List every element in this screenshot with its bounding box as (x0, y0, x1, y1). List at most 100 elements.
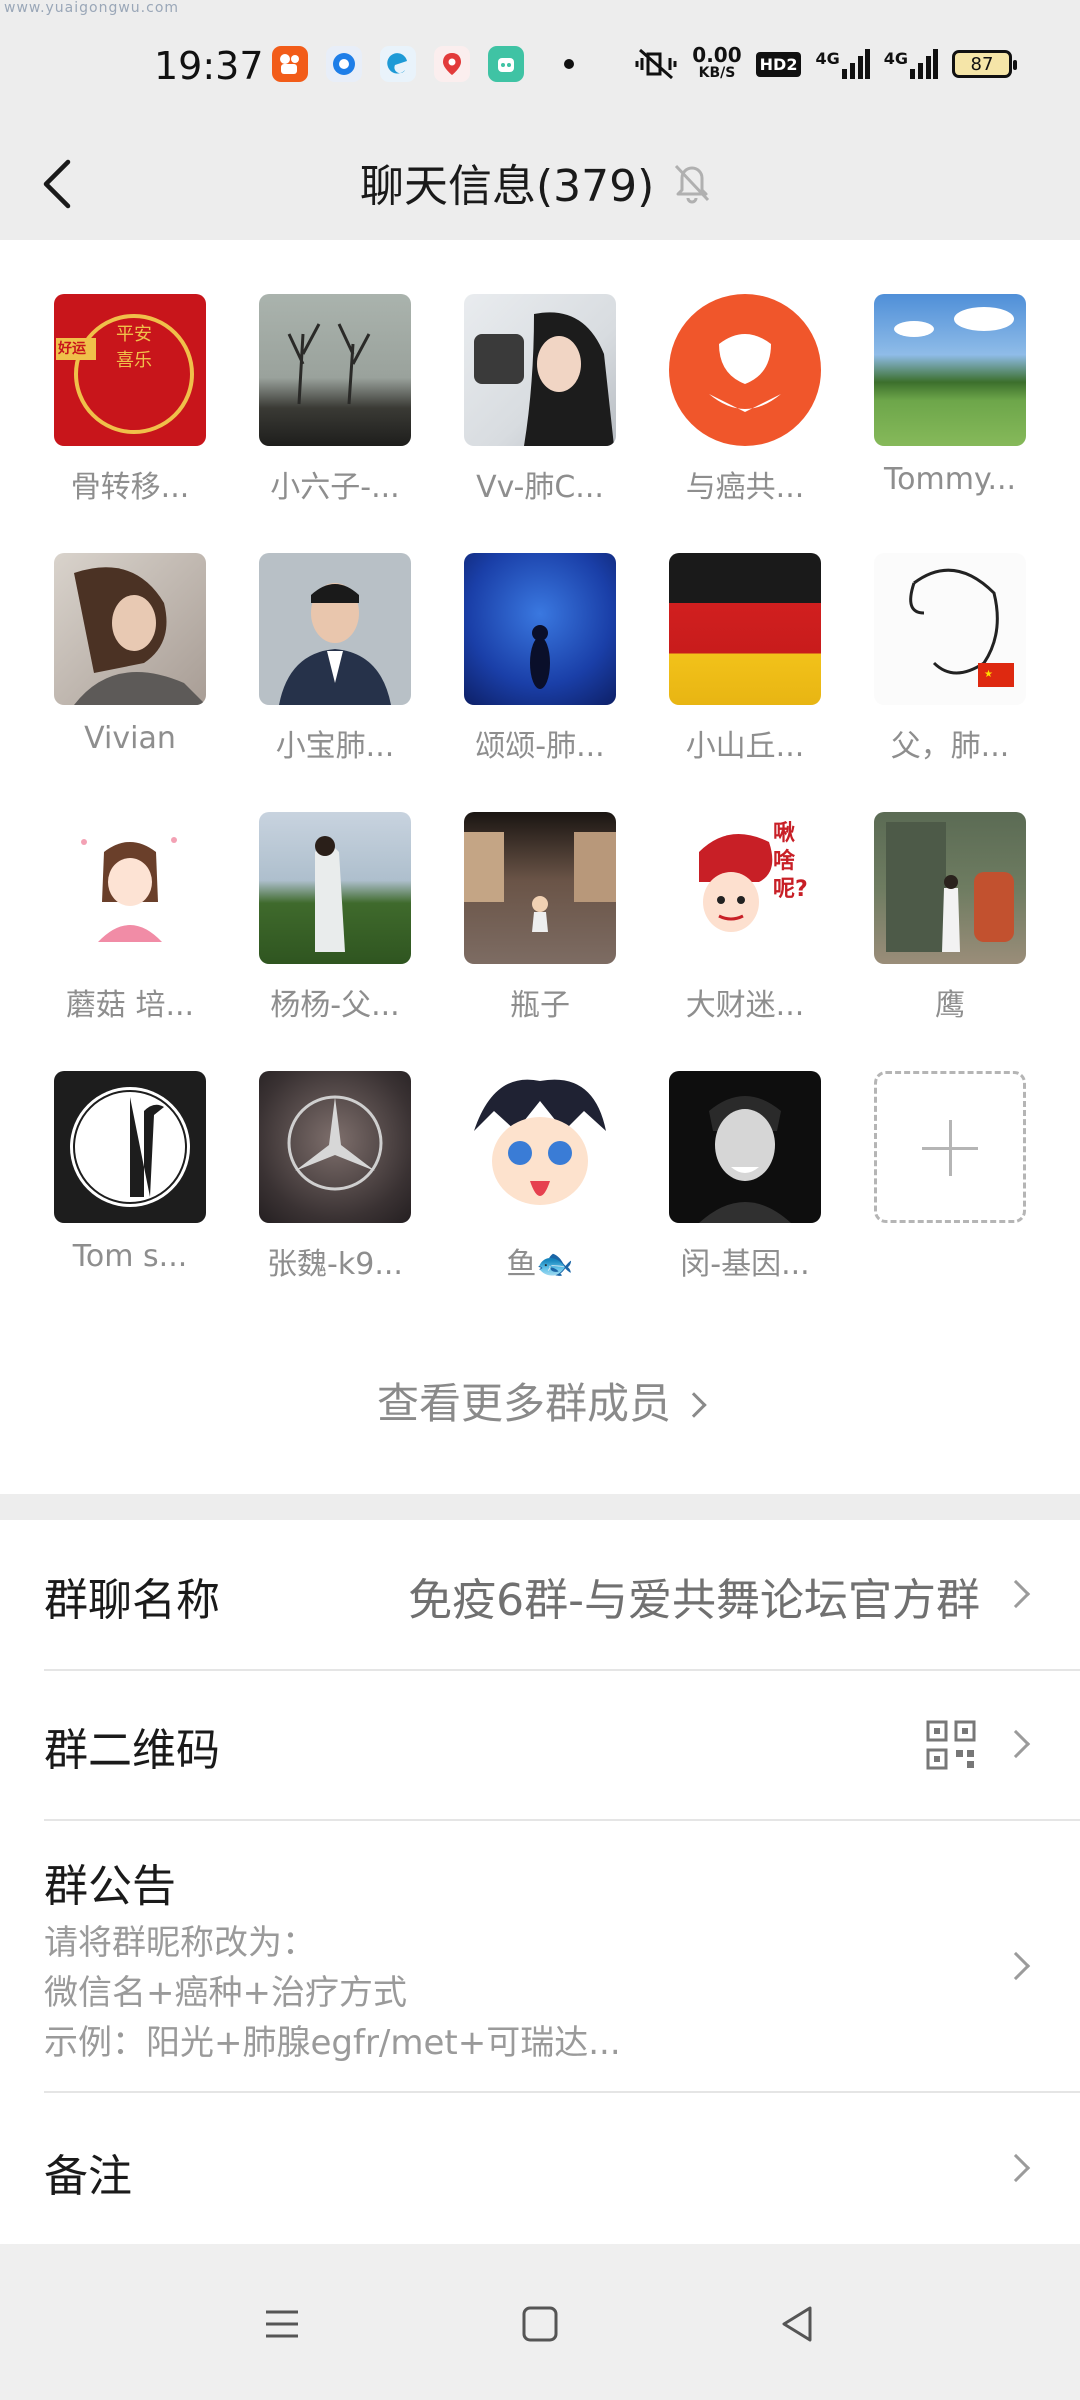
add-member-item[interactable] (874, 1071, 1026, 1330)
member-name: 蘑菇 培... (65, 988, 195, 1023)
member-item[interactable]: 小宝肺... (259, 553, 411, 812)
member-item[interactable]: 好运 平安喜乐 骨转移... (54, 294, 206, 553)
battery-icon: 87 (952, 50, 1017, 78)
member-avatar (259, 812, 411, 964)
map-app-icon (434, 46, 470, 82)
members-grid: 好运 平安喜乐 骨转移... 小六子-... Vv-肺C... 与癌共... T… (54, 294, 1026, 1330)
member-avatar (669, 553, 821, 705)
member-name: 小山丘... (685, 729, 805, 764)
chevron-right-icon (681, 1392, 707, 1418)
page-title: 聊天信息(379) (360, 161, 655, 212)
member-avatar (464, 553, 616, 705)
group-notice-content: 请将群昵称改为： 微信名+癌种+治疗方式 示例：阳光+肺腺egfr/met+可瑞… (44, 1923, 621, 2063)
member-avatar: 啾啥呢? (669, 812, 821, 964)
member-avatar (54, 1071, 206, 1223)
member-avatar (464, 294, 616, 446)
member-item[interactable]: Vivian (54, 553, 206, 812)
menu-icon (266, 2310, 298, 2338)
member-item[interactable]: Vv-肺C... (464, 294, 616, 553)
notification-icons (272, 46, 574, 82)
member-name: Vv-肺C... (476, 470, 604, 505)
svg-text:★: ★ (984, 669, 993, 680)
member-name: 骨转移... (70, 470, 190, 505)
member-item[interactable]: 杨杨-父... (259, 812, 411, 1071)
back-triangle-icon (782, 2306, 812, 2342)
browser-app-icon (326, 46, 362, 82)
member-item[interactable]: Tommy... (874, 294, 1026, 553)
vibrate-mute-icon (635, 48, 677, 80)
member-avatar (874, 294, 1026, 446)
member-name: 父，肺... (890, 729, 1010, 764)
status-indicators: 0.00 KB/S HD2 4G 4G 87 (634, 43, 1017, 82)
member-item[interactable]: 与癌共... (669, 294, 821, 553)
chevron-right-icon (1001, 2153, 1031, 2183)
member-item[interactable]: 小山丘... (669, 553, 821, 812)
group-qr-label: 群二维码 (44, 1725, 220, 1776)
member-name: 鱼🐟 (506, 1247, 574, 1282)
settings-list: 群聊名称 免疫6群-与爱共舞论坛官方群 群二维码 群公告 请将群昵称改为： 微信… (0, 1520, 1080, 2244)
remark-label: 备注 (44, 2151, 132, 2202)
member-item[interactable]: Tom s... (54, 1071, 206, 1330)
group-name-row[interactable]: 群聊名称 免疫6群-与爱共舞论坛官方群 (0, 1520, 1080, 1670)
member-name: 张魏-k9... (267, 1247, 403, 1282)
member-name: 杨杨-父... (270, 988, 400, 1023)
member-name: 瓶子 (510, 988, 570, 1023)
group-name-label: 群聊名称 (44, 1575, 220, 1626)
member-name: 闵-基因... (680, 1247, 810, 1282)
group-qr-row[interactable]: 群二维码 (0, 1670, 1080, 1820)
member-avatar (259, 1071, 411, 1223)
member-name: 大财迷... (685, 988, 805, 1023)
mute-bell-icon (675, 164, 710, 204)
chevron-right-icon (1001, 1729, 1031, 1759)
status-bar: 19:37 0.00 KB/S HD2 4G 4G 87 (0, 0, 1080, 136)
member-name: 颂颂-肺... (475, 729, 605, 764)
menu-nav-button[interactable] (252, 2294, 312, 2354)
add-member-button[interactable] (874, 1071, 1026, 1223)
members-panel: 好运 平安喜乐 骨转移... 小六子-... Vv-肺C... 与癌共... T… (0, 240, 1080, 1494)
more-notifications-dot (564, 59, 574, 69)
member-item[interactable]: ★ 父，肺... (874, 553, 1026, 812)
member-avatar (669, 294, 821, 446)
net-speed: 0.00 KB/S (692, 43, 742, 81)
member-item[interactable]: 颂颂-肺... (464, 553, 616, 812)
member-name: Tom s... (72, 1239, 188, 1274)
member-name: 鹰 (935, 988, 965, 1023)
member-name: Vivian (84, 721, 176, 756)
back-nav-button[interactable] (768, 2294, 828, 2354)
member-avatar (464, 812, 616, 964)
home-square-icon (522, 2306, 558, 2342)
signal-icon-2: 4G (884, 49, 938, 79)
member-item[interactable]: 瓶子 (464, 812, 616, 1071)
member-avatar: 好运 平安喜乐 (54, 294, 206, 446)
kuaishou-app-icon (272, 46, 308, 82)
member-item[interactable]: 张魏-k9... (259, 1071, 411, 1330)
member-item[interactable]: 蘑菇 培... (54, 812, 206, 1071)
member-avatar (54, 812, 206, 964)
qr-code-icon (926, 1720, 976, 1770)
member-item[interactable]: 鹰 (874, 812, 1026, 1071)
group-notice-row[interactable]: 群公告 请将群昵称改为： 微信名+癌种+治疗方式 示例：阳光+肺腺egfr/me… (0, 1820, 1080, 2090)
group-notice-label: 群公告 (44, 1861, 176, 1912)
home-nav-button[interactable] (510, 2294, 570, 2354)
member-item[interactable]: 小六子-... (259, 294, 411, 553)
status-time: 19:37 (154, 44, 264, 88)
view-more-members-link[interactable]: 查看更多群成员 (0, 1370, 1080, 1431)
chevron-right-icon (1001, 1579, 1031, 1609)
member-avatar (54, 553, 206, 705)
member-item[interactable]: 啾啥呢? 大财迷... (669, 812, 821, 1071)
member-name: Tommy... (883, 462, 1017, 497)
member-item[interactable]: 鱼🐟 (464, 1071, 616, 1330)
remark-row[interactable]: 备注 (0, 2092, 1080, 2244)
member-item[interactable]: 闵-基因... (669, 1071, 821, 1330)
edge-app-icon (380, 46, 416, 82)
system-nav-bar (0, 2244, 1080, 2400)
back-arrow-icon (43, 159, 71, 209)
back-button[interactable] (34, 154, 84, 214)
member-avatar (669, 1071, 821, 1223)
member-avatar: ★ (874, 553, 1026, 705)
chevron-right-icon (1001, 1951, 1031, 1981)
member-name: 小宝肺... (275, 729, 395, 764)
group-name-value: 免疫6群-与爱共舞论坛官方群 (408, 1575, 980, 1626)
member-avatar (874, 812, 1026, 964)
title-group: 聊天信息(379) (360, 150, 712, 214)
